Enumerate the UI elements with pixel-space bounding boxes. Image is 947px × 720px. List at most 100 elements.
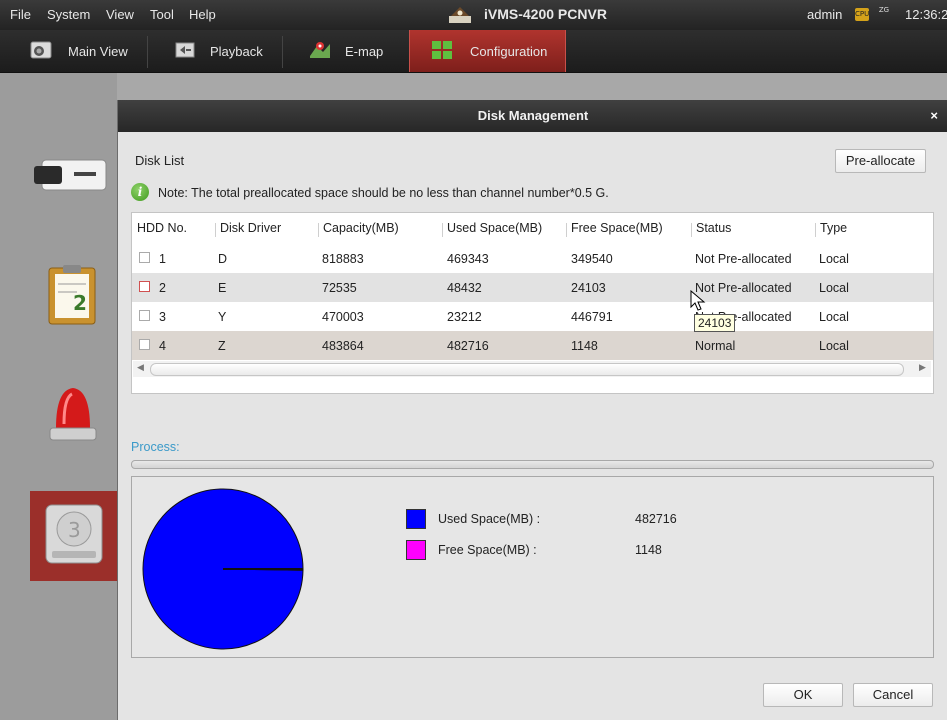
cpu-icon: CPU (855, 8, 869, 21)
clock: 12:36:2 (905, 7, 947, 22)
column-header[interactable]: HDD No. (137, 221, 187, 235)
clipboard-icon[interactable]: 2 (47, 264, 97, 326)
cell-status: Not Pre-allocated (695, 252, 792, 266)
legend-swatch-free (406, 540, 426, 560)
cell-capacity: 72535 (322, 281, 357, 295)
table-row[interactable]: 1 D 818883 469343 349540 Not Pre-allocat… (132, 244, 933, 273)
menu-help[interactable]: Help (189, 7, 216, 22)
row-checkbox[interactable] (139, 339, 150, 350)
cell-free: 1148 (571, 339, 598, 353)
disk-list-label: Disk List (135, 153, 185, 168)
column-header[interactable]: Free Space(MB) (571, 221, 663, 235)
process-label: Process: (131, 440, 180, 454)
mouse-cursor-icon (690, 290, 706, 311)
row-checkbox[interactable] (139, 310, 150, 321)
cancel-button[interactable]: Cancel (853, 683, 933, 707)
row-checkbox[interactable] (139, 281, 150, 292)
emap-icon (310, 42, 330, 58)
disk-usage-pie-chart (142, 488, 304, 650)
tab-label: Playback (210, 44, 263, 59)
cell-driver: Y (218, 310, 227, 324)
cell-capacity: 818883 (322, 252, 364, 266)
cell-hdd-no: 1 (159, 252, 166, 266)
tab-main-view[interactable]: Main View (16, 30, 146, 72)
column-divider (215, 223, 216, 237)
cell-driver: E (218, 281, 227, 295)
playback-icon (175, 42, 195, 58)
legend-label-free: Free Space(MB) : (438, 543, 537, 557)
legend-label-used: Used Space(MB) : (438, 512, 541, 526)
horizontal-scrollbar[interactable]: ◀ ▶ (133, 361, 931, 377)
cell-driver: Z (218, 339, 226, 353)
tab-label: E-map (345, 44, 384, 59)
tab-label: Configuration (470, 44, 548, 59)
preallocate-button[interactable]: Pre-allocate (835, 149, 926, 173)
cell-used: 23212 (447, 310, 482, 324)
cell-driver: D (218, 252, 228, 266)
svg-text:3: 3 (68, 518, 81, 542)
cell-capacity: 470003 (322, 310, 364, 324)
cell-status: Normal (695, 339, 736, 353)
module-tab-bar: Main View Playback E-map Configuration (0, 30, 947, 73)
cell-status: Not Pre-allocated (695, 281, 792, 295)
note-text: Note: The total preallocated space shoul… (158, 186, 609, 200)
column-header[interactable]: Type (820, 221, 847, 235)
legend-swatch-used (406, 509, 426, 529)
main-view-icon (30, 41, 52, 59)
network-icon: ZG (878, 6, 890, 14)
alarm-light-icon[interactable] (48, 384, 98, 444)
tab-playback[interactable]: Playback (160, 30, 280, 72)
column-header[interactable]: Status (696, 221, 731, 235)
cell-hdd-no: 3 (159, 310, 166, 324)
cell-type: Local (819, 281, 849, 295)
cell-hdd-no: 4 (159, 339, 166, 353)
cell-type: Local (819, 339, 849, 353)
table-header: HDD No. Disk Driver Capacity(MB) Used Sp… (132, 213, 933, 243)
column-header[interactable]: Disk Driver (220, 221, 281, 235)
dialog-title: Disk Management (118, 100, 947, 132)
column-header[interactable]: Capacity(MB) (323, 221, 399, 235)
cell-type: Local (819, 310, 849, 324)
column-divider (442, 223, 443, 237)
configuration-icon (432, 41, 452, 59)
scroll-right-icon[interactable]: ▶ (919, 362, 926, 373)
cell-free: 446791 (571, 310, 613, 324)
tab-label: Main View (68, 44, 128, 59)
scroll-left-icon[interactable]: ◀ (137, 362, 144, 373)
menu-system[interactable]: System (47, 7, 90, 22)
menu-view[interactable]: View (106, 7, 134, 22)
legend-value-used: 482716 (635, 512, 677, 526)
tab-configuration[interactable]: Configuration (409, 30, 566, 72)
column-header[interactable]: Used Space(MB) (447, 221, 542, 235)
app-logo-icon (449, 7, 471, 23)
row-checkbox[interactable] (139, 252, 150, 263)
camera-icon[interactable] (34, 156, 108, 194)
table-row[interactable]: 4 Z 483864 482716 1148 Normal Local (132, 331, 933, 360)
process-progress-bar (131, 460, 934, 469)
cell-hdd-no: 2 (159, 281, 166, 295)
tab-emap[interactable]: E-map (295, 30, 405, 72)
close-icon[interactable]: × (930, 100, 938, 132)
disk-usage-panel: Used Space(MB) : 482716 Free Space(MB) :… (131, 476, 934, 658)
cell-used: 482716 (447, 339, 489, 353)
menu-file[interactable]: File (10, 7, 31, 22)
menu-bar: File System View Tool Help iVMS-4200 PCN… (0, 0, 947, 30)
column-divider (815, 223, 816, 237)
hard-disk-icon: 3 (45, 504, 103, 564)
table-row[interactable]: 3 Y 470003 23212 446791 Not Pre-allocate… (132, 302, 933, 331)
cell-free: 24103 (571, 281, 606, 295)
menu-tool[interactable]: Tool (150, 7, 174, 22)
cell-free: 349540 (571, 252, 613, 266)
table-row[interactable]: 2 E 72535 48432 24103 Not Pre-allocated … (132, 273, 933, 302)
disk-management-dialog: Disk Management × Disk List Pre-allocate… (117, 100, 947, 720)
info-icon: i (131, 183, 149, 201)
ok-button[interactable]: OK (763, 683, 843, 707)
disk-table: HDD No. Disk Driver Capacity(MB) Used Sp… (131, 212, 934, 394)
cell-used: 48432 (447, 281, 482, 295)
tab-divider (147, 36, 148, 68)
user-name[interactable]: admin (807, 7, 842, 22)
cell-used: 469343 (447, 252, 489, 266)
scrollbar-thumb[interactable] (150, 363, 904, 376)
column-divider (691, 223, 692, 237)
svg-text:2: 2 (73, 291, 87, 315)
